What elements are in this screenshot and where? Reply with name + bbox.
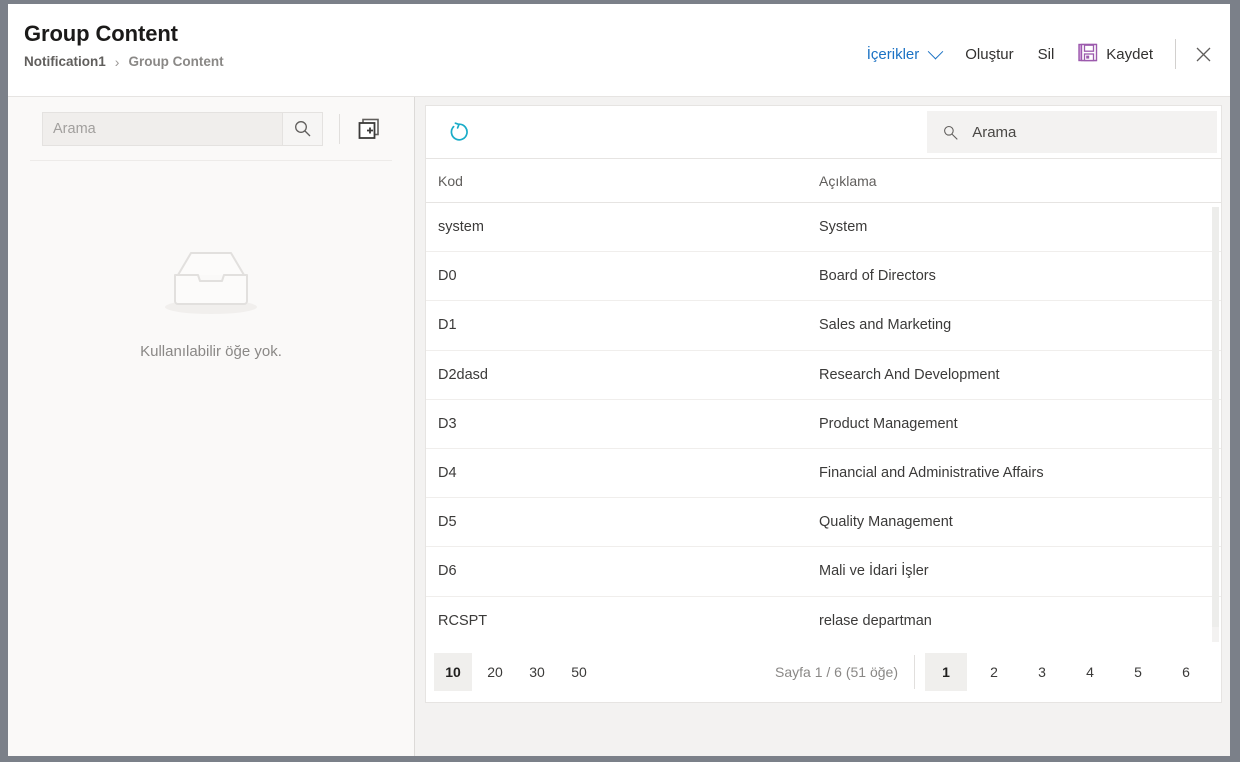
grid-search-box[interactable] — [927, 111, 1217, 153]
content-grid-card: Kod Açıklama systemSystemD0Board of Dire… — [425, 105, 1222, 703]
cell-aciklama: Product Management — [817, 416, 1221, 432]
grid-toolbar — [426, 106, 1221, 159]
left-search-button[interactable] — [282, 113, 322, 145]
grid-search-input[interactable] — [970, 123, 1201, 142]
refresh-icon — [447, 120, 471, 144]
grid-body: systemSystemD0Board of DirectorsD1Sales … — [426, 203, 1221, 642]
cell-kod: D3 — [426, 416, 817, 432]
cell-aciklama: Sales and Marketing — [817, 317, 1221, 333]
cell-kod: D6 — [426, 563, 817, 579]
page-button-4[interactable]: 4 — [1069, 653, 1111, 691]
cell-aciklama: System — [817, 219, 1221, 235]
grid-scrollbar-thumb[interactable] — [1212, 207, 1219, 627]
title-block: Group Content Notification1 › Group Cont… — [24, 20, 224, 69]
page-button-6[interactable]: 6 — [1165, 653, 1207, 691]
page-button-5[interactable]: 5 — [1117, 653, 1159, 691]
save-button-label: Kaydet — [1106, 46, 1153, 63]
table-row[interactable]: systemSystem — [426, 203, 1221, 252]
table-row[interactable]: D5Quality Management — [426, 498, 1221, 547]
left-panel-empty-state: Kullanılabilir öğe yok. — [8, 161, 414, 756]
cell-aciklama: Financial and Administrative Affairs — [817, 465, 1221, 481]
cell-aciklama: relase departman — [817, 613, 1221, 629]
cell-kod: D1 — [426, 317, 817, 333]
header-actions: İçerikler Oluştur Sil — [855, 36, 1220, 72]
contents-dropdown-button[interactable]: İçerikler — [855, 41, 954, 68]
chevron-down-icon — [928, 43, 944, 59]
grid-vertical-scrollbar[interactable] — [1212, 207, 1219, 642]
table-row[interactable]: D3Product Management — [426, 400, 1221, 449]
cell-kod: D5 — [426, 514, 817, 530]
cell-kod: D2dasd — [426, 367, 817, 383]
create-button-label: Oluştur — [965, 46, 1013, 63]
add-square-icon — [358, 118, 380, 140]
left-search-box[interactable] — [42, 112, 323, 146]
cell-kod: D0 — [426, 268, 817, 284]
grid-footer: 10203050 Sayfa 1 / 6 (51 öğe) 123456 — [426, 642, 1221, 702]
page-size-button-10[interactable]: 10 — [434, 653, 472, 691]
page-size-button-20[interactable]: 20 — [476, 653, 514, 691]
page-size-button-50[interactable]: 50 — [560, 653, 598, 691]
table-row[interactable]: D1Sales and Marketing — [426, 301, 1221, 350]
save-button[interactable]: Kaydet — [1066, 37, 1165, 72]
cell-aciklama: Quality Management — [817, 514, 1221, 530]
dialog-body: Kullanılabilir öğe yok. — [8, 97, 1230, 756]
pagination-divider — [914, 655, 915, 689]
breadcrumb-item-notification1[interactable]: Notification1 — [24, 54, 106, 69]
page-button-3[interactable]: 3 — [1021, 653, 1063, 691]
cell-kod: D4 — [426, 465, 817, 481]
right-panel: Kod Açıklama systemSystemD0Board of Dire… — [415, 97, 1230, 756]
table-row[interactable]: D2dasdResearch And Development — [426, 351, 1221, 400]
refresh-button[interactable] — [442, 115, 476, 149]
breadcrumb-separator-icon: › — [115, 55, 120, 69]
delete-button[interactable]: Sil — [1026, 41, 1067, 68]
search-icon — [294, 120, 311, 137]
page-button-1[interactable]: 1 — [925, 653, 967, 691]
empty-tray-icon — [160, 245, 262, 317]
header-divider — [1175, 39, 1176, 69]
search-icon — [943, 124, 958, 141]
contents-dropdown-label: İçerikler — [867, 46, 920, 63]
dialog-header: Group Content Notification1 › Group Cont… — [8, 4, 1230, 97]
empty-state-text: Kullanılabilir öğe yok. — [140, 343, 282, 360]
cell-kod: RCSPT — [426, 613, 817, 629]
page-title: Group Content — [24, 20, 224, 48]
cell-aciklama: Research And Development — [817, 367, 1221, 383]
table-row[interactable]: RCSPTrelase departman — [426, 597, 1221, 643]
close-button[interactable] — [1186, 37, 1220, 71]
cell-aciklama: Board of Directors — [817, 268, 1221, 284]
page-size-button-30[interactable]: 30 — [518, 653, 556, 691]
left-toolbar-divider — [339, 114, 340, 144]
column-header-kod[interactable]: Kod — [426, 173, 817, 189]
left-panel: Kullanılabilir öğe yok. — [8, 97, 415, 756]
delete-button-label: Sil — [1038, 46, 1055, 63]
save-floppy-icon — [1078, 42, 1099, 67]
cell-kod: system — [426, 219, 817, 235]
close-icon — [1196, 47, 1211, 62]
table-row[interactable]: D4Financial and Administrative Affairs — [426, 449, 1221, 498]
left-search-input[interactable] — [43, 113, 282, 145]
grid-rows-host: systemSystemD0Board of DirectorsD1Sales … — [426, 203, 1221, 642]
group-content-dialog: Group Content Notification1 › Group Cont… — [8, 4, 1230, 756]
page-button-2[interactable]: 2 — [973, 653, 1015, 691]
add-item-button[interactable] — [356, 116, 382, 142]
table-row[interactable]: D6Mali ve İdari İşler — [426, 547, 1221, 596]
cell-aciklama: Mali ve İdari İşler — [817, 563, 1221, 579]
page-info-label: Sayfa 1 / 6 (51 öğe) — [775, 664, 914, 680]
breadcrumb: Notification1 › Group Content — [24, 54, 224, 69]
column-header-aciklama[interactable]: Açıklama — [817, 173, 1221, 189]
create-button[interactable]: Oluştur — [953, 41, 1025, 68]
left-panel-toolbar — [8, 97, 414, 160]
table-row[interactable]: D0Board of Directors — [426, 252, 1221, 301]
grid-header-row: Kod Açıklama — [426, 159, 1221, 203]
breadcrumb-item-current: Group Content — [128, 54, 223, 69]
page-size-selector: 10203050 — [434, 653, 598, 691]
page-number-selector: 123456 — [925, 653, 1207, 691]
